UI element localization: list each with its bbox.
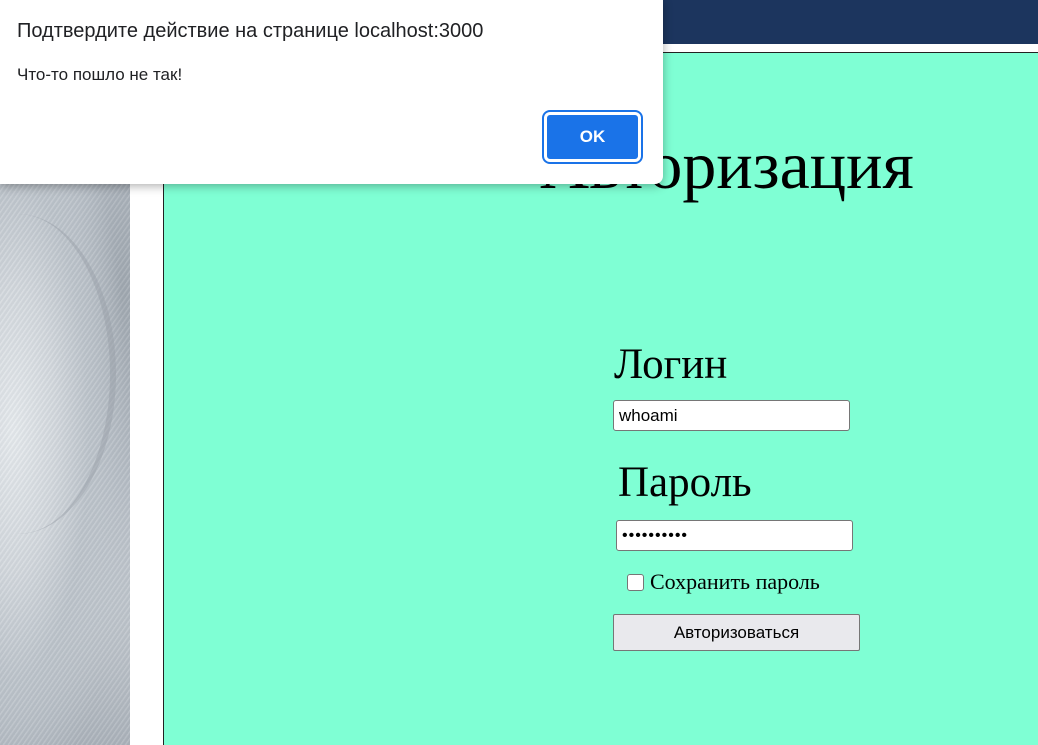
dialog-title: Подтвердите действие на странице localho… [17,20,484,42]
remember-password-checkbox[interactable] [627,573,644,591]
browser-page: Авторизация Логин Пароль Сохранить парол… [0,0,1038,745]
remember-password-label[interactable]: Сохранить пароль [650,569,820,595]
remember-password-row[interactable]: Сохранить пароль [627,569,820,595]
login-input[interactable] [613,400,850,431]
login-submit-button[interactable]: Авторизоваться [613,614,860,651]
login-label: Логин [614,341,728,388]
password-input[interactable] [616,520,853,551]
dialog-message: Что-то пошло не так! [17,65,183,84]
dialog-ok-button[interactable]: OK [544,112,641,162]
password-label: Пароль [618,459,752,506]
alert-dialog: Подтвердите действие на странице localho… [0,0,663,184]
